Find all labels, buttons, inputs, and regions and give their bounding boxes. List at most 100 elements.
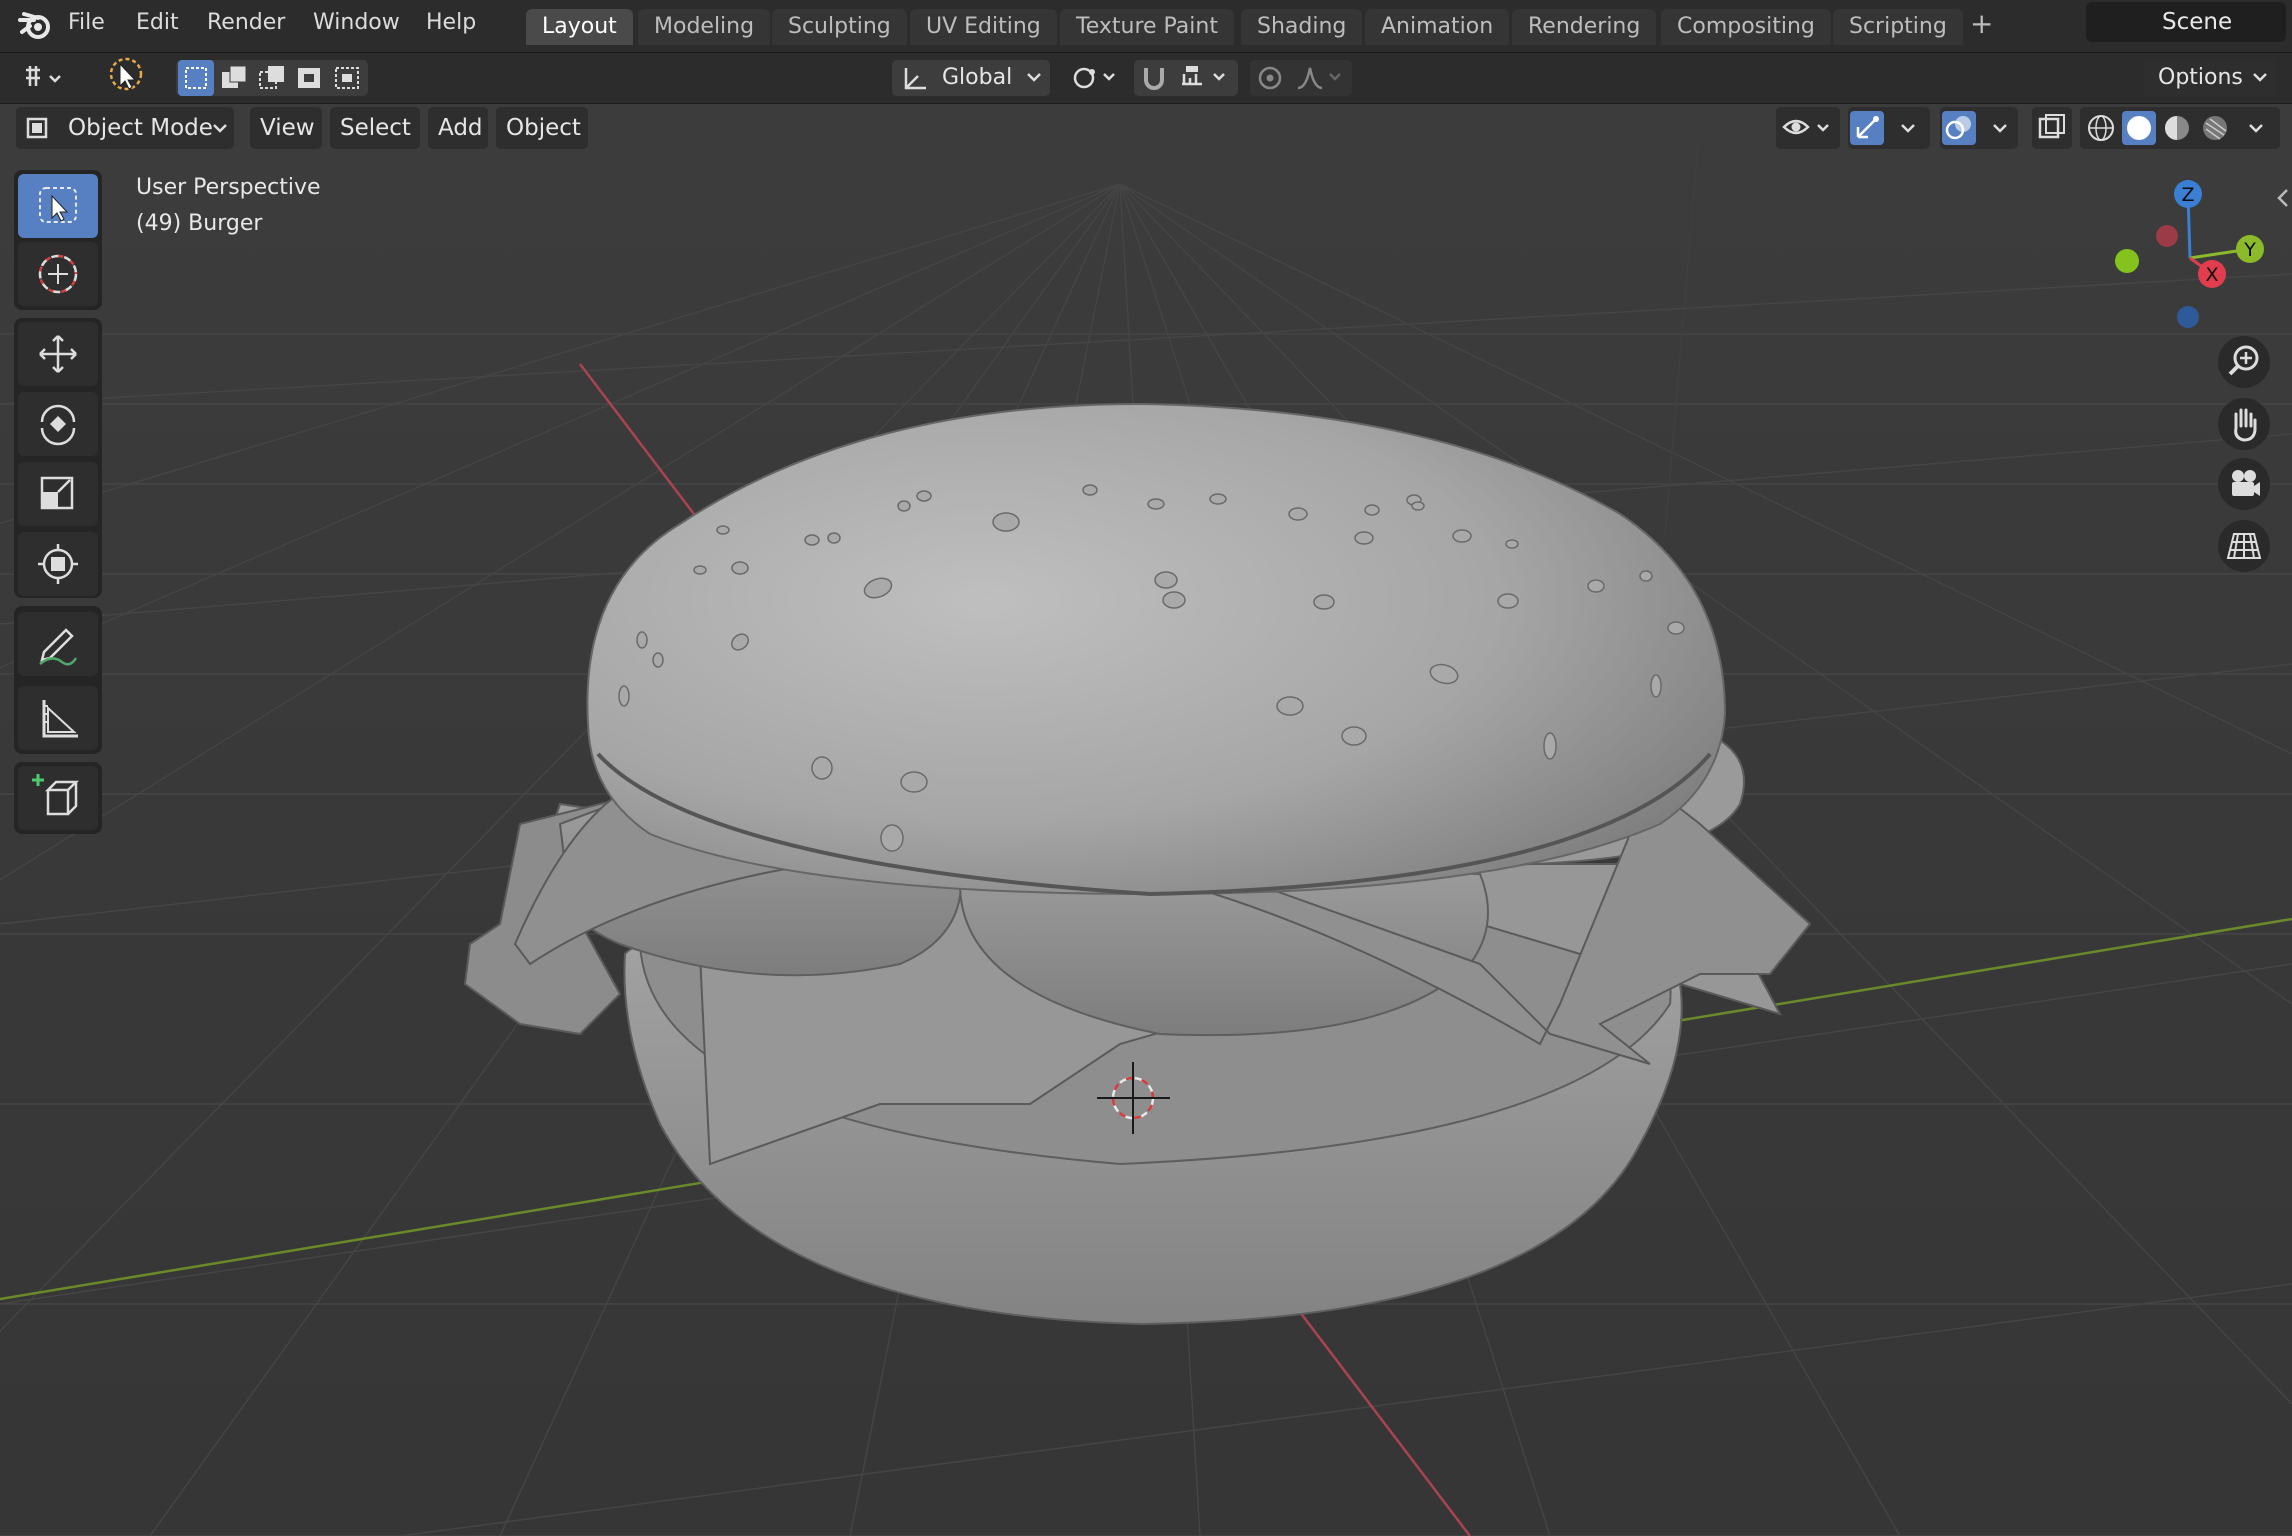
material-sphere-icon (2165, 116, 2189, 140)
menu-render[interactable]: Render (207, 8, 285, 38)
gizmo-toggle-group[interactable] (1848, 107, 1930, 149)
select-menu[interactable]: Select (330, 107, 420, 149)
tab-uv-editing[interactable]: UV Editing (910, 9, 1057, 45)
tab-scripting[interactable]: Scripting (1833, 9, 1963, 45)
pan-button[interactable] (2218, 398, 2270, 450)
tab-animation[interactable]: Animation (1365, 9, 1510, 45)
wireframe-sphere-icon (2088, 115, 2114, 141)
solid-shading-button[interactable] (2122, 111, 2156, 145)
object-mode-icon (26, 117, 48, 139)
viewport-scene[interactable] (0, 104, 2292, 1536)
zoom-icon (2228, 345, 2259, 376)
transform-icon (38, 544, 78, 584)
select-new-button[interactable] (178, 60, 214, 96)
camera-view-button[interactable] (2218, 458, 2270, 510)
chevron-down-icon (1027, 73, 1041, 82)
menu-help[interactable]: Help (426, 8, 476, 38)
add-menu[interactable]: Add (428, 107, 488, 149)
neg-z-axis-dot[interactable] (2177, 306, 2199, 328)
snap-increment-icon (1182, 66, 1225, 86)
object-info-label: (49) Burger (136, 211, 263, 236)
overlays-icon (1945, 116, 1971, 140)
orientation-label: Global (942, 65, 1013, 90)
overlays-toggle-button[interactable] (1942, 111, 1976, 145)
pivot-point-dropdown[interactable] (1064, 60, 1126, 96)
proportional-falloff-dropdown[interactable] (1292, 60, 1350, 96)
view-menu[interactable]: View (250, 107, 322, 149)
tab-modeling[interactable]: Modeling (638, 9, 771, 45)
options-dropdown[interactable]: Options (2144, 60, 2276, 96)
editor-type-button[interactable] (14, 60, 78, 96)
tab-rendering[interactable]: Rendering (1512, 9, 1657, 45)
menu-window[interactable]: Window (313, 8, 400, 38)
zoom-button[interactable] (2218, 336, 2270, 388)
gizmo-toggle-button[interactable] (1850, 111, 1884, 145)
top-bar: File Edit Render Window Help Layout Mode… (0, 0, 2292, 53)
cursor-tool[interactable] (18, 242, 98, 306)
chevron-down-icon (1993, 124, 2007, 133)
neg-x-axis-dot[interactable] (2156, 225, 2178, 247)
menu-edit[interactable]: Edit (136, 8, 179, 38)
y-axis-label: Y (2243, 239, 2256, 261)
navigation-gizmo[interactable]: Z Y X (2100, 170, 2290, 340)
mode-dropdown[interactable]: Object Mode (16, 107, 234, 149)
neg-y-axis-dot[interactable] (2115, 249, 2139, 273)
options-label: Options (2158, 65, 2243, 90)
proportional-editing-group (1250, 60, 1352, 96)
transform-orientation-dropdown[interactable]: Global (892, 60, 1050, 96)
shading-mode-group (2080, 107, 2280, 149)
pivot-icon (1073, 67, 1115, 89)
snap-toggle-button[interactable] (1134, 60, 1174, 96)
rotate-icon (40, 404, 76, 446)
perspective-label: User Perspective (136, 175, 321, 200)
select-tool-button[interactable] (100, 57, 152, 96)
tab-compositing[interactable]: Compositing (1661, 9, 1831, 45)
gizmo-icon (1856, 116, 1879, 139)
overlays-toggle-group[interactable] (1940, 107, 2018, 149)
scale-tool[interactable] (18, 462, 98, 526)
annotate-tool[interactable] (18, 612, 98, 676)
rendered-sphere-icon (2203, 116, 2227, 140)
tab-layout[interactable]: Layout (526, 9, 633, 45)
select-invert-button[interactable] (292, 60, 328, 96)
material-shading-button[interactable] (2160, 111, 2194, 145)
object-menu[interactable]: Object (496, 107, 588, 149)
3d-viewport[interactable]: User Perspective (49) Burger (0, 104, 2292, 1536)
viewport-header: Object Mode View Select Add Object (0, 104, 2292, 154)
transform-tool[interactable] (18, 532, 98, 596)
select-box-tool[interactable] (18, 174, 98, 238)
snap-target-dropdown[interactable] (1176, 60, 1236, 96)
blender-logo-icon[interactable] (18, 8, 54, 42)
select-extend-button[interactable] (216, 60, 252, 96)
scene-name-field[interactable]: Scene (2086, 2, 2286, 42)
select-subtract-button[interactable] (254, 60, 290, 96)
scale-icon (40, 476, 74, 510)
add-cube-icon (32, 774, 80, 816)
measure-tool[interactable] (18, 686, 98, 750)
tab-sculpting[interactable]: Sculpting (772, 9, 907, 45)
move-icon (39, 335, 77, 373)
tool-settings-bar: Global Options (0, 53, 2292, 103)
proportional-edit-toggle[interactable] (1250, 60, 1290, 96)
visibility-dropdown[interactable] (1776, 107, 1840, 149)
xray-toggle-button[interactable] (2032, 107, 2072, 149)
magnet-icon (1144, 68, 1164, 90)
select-intersect-button[interactable] (330, 60, 366, 96)
rotate-tool[interactable] (18, 392, 98, 456)
select-invert-icon (298, 68, 320, 88)
add-workspace-button[interactable]: + (1970, 9, 1993, 39)
add-cube-tool[interactable] (18, 766, 98, 830)
perspective-toggle-button[interactable] (2218, 520, 2270, 572)
tab-shading[interactable]: Shading (1241, 9, 1363, 45)
sidebar-toggle-chevron-icon[interactable] (2276, 188, 2290, 208)
proportional-edit-icon (1258, 66, 1282, 90)
selection-mode-group (176, 60, 368, 96)
wireframe-shading-button[interactable] (2084, 111, 2118, 145)
menu-file[interactable]: File (68, 8, 105, 38)
tab-texture-paint[interactable]: Texture Paint (1060, 9, 1234, 45)
hand-icon (2234, 408, 2257, 442)
move-tool[interactable] (18, 322, 98, 386)
z-axis-label: Z (2181, 184, 2194, 206)
rendered-shading-button[interactable] (2198, 111, 2232, 145)
camera-icon (2232, 470, 2260, 496)
